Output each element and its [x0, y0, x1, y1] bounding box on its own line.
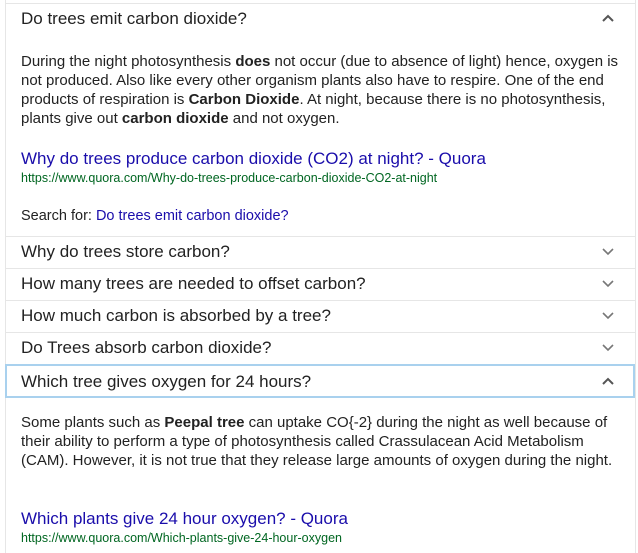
answer-text: Some plants such as	[21, 414, 165, 431]
question-text: Which tree gives oxygen for 24 hours?	[21, 372, 312, 391]
answer-bold: carbon dioxide	[121, 110, 229, 127]
chevron-up-icon	[602, 14, 614, 22]
question-text: Do trees emit carbon dioxide?	[21, 9, 247, 28]
question-text: How many trees are needed to offset carb…	[21, 274, 366, 293]
answer-text: and not oxygen.	[228, 110, 340, 127]
answer-snippet: During the night photosynthesis does not…	[21, 52, 621, 128]
question-row[interactable]: How many trees are needed to offset carb…	[5, 268, 635, 299]
source-url: https://www.quora.com/Which-plants-give-…	[21, 531, 342, 545]
question-row[interactable]: Do Trees absorb carbon dioxide?	[5, 332, 635, 363]
related-questions-panel: Do trees emit carbon dioxide? During the…	[0, 0, 638, 553]
answer-snippet: Some plants such as Peepal tree can upta…	[21, 413, 621, 470]
question-row-expanded[interactable]: Do trees emit carbon dioxide?	[5, 3, 635, 34]
chevron-down-icon	[602, 248, 614, 256]
chevron-down-icon	[602, 312, 614, 320]
question-row[interactable]: How much carbon is absorbed by a tree?	[5, 300, 635, 331]
search-for-link[interactable]: Do trees emit carbon dioxide?	[96, 208, 289, 224]
panel-right-border	[635, 0, 636, 553]
chevron-down-icon	[602, 280, 614, 288]
answer-text: During the night photosynthesis	[21, 53, 236, 70]
answer-bold: Carbon Dioxide	[188, 91, 300, 108]
source-link[interactable]: Which plants give 24 hour oxygen? - Quor…	[21, 509, 348, 529]
answer-bold: Peepal tree	[164, 414, 245, 431]
search-for: Search for: Do trees emit carbon dioxide…	[21, 208, 289, 224]
question-text: How much carbon is absorbed by a tree?	[21, 306, 331, 325]
source-url: https://www.quora.com/Why-do-trees-produ…	[21, 171, 438, 185]
chevron-down-icon	[602, 344, 614, 352]
question-text: Why do trees store carbon?	[21, 242, 230, 261]
question-row[interactable]: Why do trees store carbon?	[5, 236, 635, 267]
chevron-up-icon	[602, 377, 614, 385]
answer-bold: does	[235, 53, 271, 70]
source-link[interactable]: Why do trees produce carbon dioxide (CO2…	[21, 149, 486, 169]
question-row-expanded-focused[interactable]: Which tree gives oxygen for 24 hours?	[5, 364, 635, 398]
question-text: Do Trees absorb carbon dioxide?	[21, 338, 272, 357]
search-for-label: Search for:	[21, 208, 96, 224]
